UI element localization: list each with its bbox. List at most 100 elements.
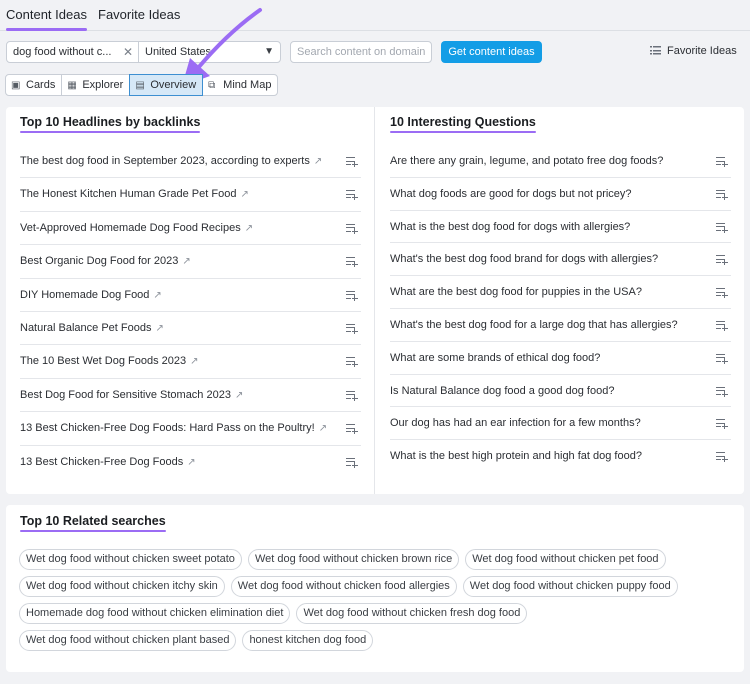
related-chip[interactable]: Wet dog food without chicken plant based xyxy=(19,630,237,651)
external-link-icon[interactable]: ↗ xyxy=(190,345,198,378)
headline-row: The Honest Kitchen Human Grade Pet Food ↗ xyxy=(20,178,361,212)
domain-search-placeholder: Search content on domain xyxy=(297,46,426,58)
question-text: What are some brands of ethical dog food… xyxy=(390,351,601,364)
question-text: What dog foods are good for dogs but not… xyxy=(390,187,632,200)
related-chip[interactable]: Wet dog food without chicken fresh dog f… xyxy=(296,603,528,624)
add-to-favorites-icon[interactable] xyxy=(346,289,359,301)
question-row: Our dog has had an ear infection for a f… xyxy=(390,407,731,441)
add-to-favorites-icon[interactable] xyxy=(716,352,729,364)
headline-text[interactable]: 13 Best Chicken-Free Dog Foods: Hard Pas… xyxy=(20,422,315,434)
add-to-favorites-icon[interactable] xyxy=(346,322,359,334)
question-row: Are there any grain, legume, and potato … xyxy=(390,145,731,178)
headline-row: Best Organic Dog Food for 2023 ↗ xyxy=(20,245,361,279)
favorite-ideas-link[interactable]: Favorite Ideas xyxy=(650,45,737,57)
add-to-favorites-icon[interactable] xyxy=(716,451,729,463)
headline-text[interactable]: Best Dog Food for Sensitive Stomach 2023 xyxy=(20,389,231,401)
headline-text[interactable]: Vet-Approved Homemade Dog Food Recipes xyxy=(20,222,241,234)
add-to-favorites-icon[interactable] xyxy=(716,221,729,233)
add-to-favorites-icon[interactable] xyxy=(716,156,729,167)
get-content-ideas-button[interactable]: Get content ideas xyxy=(441,41,542,63)
add-to-favorites-icon[interactable] xyxy=(716,418,729,430)
headlines-title: Top 10 Headlines by backlinks xyxy=(20,115,201,133)
view-explorer-button[interactable]: ▦ Explorer xyxy=(61,74,131,96)
related-chip[interactable]: Wet dog food without chicken puppy food xyxy=(462,576,678,597)
mind-map-icon: ⧉ xyxy=(208,80,216,91)
external-link-icon[interactable]: ↗ xyxy=(245,212,253,245)
external-link-icon[interactable]: ↗ xyxy=(235,379,243,412)
related-chip[interactable]: honest kitchen dog food xyxy=(242,630,374,651)
view-label: Mind Map xyxy=(223,79,272,91)
view-mind-map-button[interactable]: ⧉ Mind Map xyxy=(202,74,279,96)
add-to-favorites-icon[interactable] xyxy=(346,456,359,468)
headline-row: Best Dog Food for Sensitive Stomach 2023… xyxy=(20,379,361,413)
external-link-icon[interactable]: ↗ xyxy=(240,178,248,211)
view-switcher: ▣ Cards ▦ Explorer ▤ Overview ⧉ Mind Map xyxy=(5,74,279,96)
question-row: What are some brands of ethical dog food… xyxy=(390,342,731,375)
add-to-favorites-icon[interactable] xyxy=(716,254,729,266)
related-chips: Wet dog food without chicken sweet potat… xyxy=(19,549,739,657)
keyword-input[interactable]: dog food without c... ✕ xyxy=(6,41,139,63)
tab-content-ideas[interactable]: Content Ideas xyxy=(6,7,87,31)
headline-row: 13 Best Chicken-Free Dog Foods: Hard Pas… xyxy=(20,412,361,446)
add-to-favorites-icon[interactable] xyxy=(346,389,359,401)
add-to-favorites-icon[interactable] xyxy=(346,156,359,167)
add-to-favorites-icon[interactable] xyxy=(346,423,359,435)
external-link-icon[interactable]: ↗ xyxy=(187,446,195,479)
headline-text[interactable]: Natural Balance Pet Foods xyxy=(20,322,151,334)
view-label: Cards xyxy=(26,79,56,91)
headline-row: The 10 Best Wet Dog Foods 2023 ↗ xyxy=(20,345,361,379)
question-text: What's the best dog food for a large dog… xyxy=(390,318,678,331)
related-chip[interactable]: Wet dog food without chicken itchy skin xyxy=(19,576,225,597)
question-text: Are there any grain, legume, and potato … xyxy=(390,155,664,167)
country-select[interactable]: United States ▼ xyxy=(138,41,281,63)
headline-row: Natural Balance Pet Foods ↗ xyxy=(20,312,361,346)
add-to-favorites-icon[interactable] xyxy=(716,385,729,397)
add-to-favorites-icon[interactable] xyxy=(346,222,359,234)
clear-icon[interactable]: ✕ xyxy=(123,42,133,62)
domain-search-input[interactable]: Search content on domain xyxy=(290,41,432,63)
external-link-icon[interactable]: ↗ xyxy=(314,145,322,178)
external-link-icon[interactable]: ↗ xyxy=(155,312,163,345)
top-tabs: Content Ideas Favorite Ideas xyxy=(0,0,750,31)
related-chip[interactable]: Wet dog food without chicken sweet potat… xyxy=(19,549,242,570)
view-label: Overview xyxy=(150,79,197,91)
headline-text[interactable]: The best dog food in September 2023, acc… xyxy=(20,155,310,167)
question-text: Our dog has had an ear infection for a f… xyxy=(390,417,641,430)
add-to-favorites-icon[interactable] xyxy=(346,189,359,201)
question-text: What is the best high protein and high f… xyxy=(390,450,642,463)
overview-panel: Top 10 Headlines by backlinks The best d… xyxy=(6,107,744,494)
headline-text[interactable]: The 10 Best Wet Dog Foods 2023 xyxy=(20,355,186,367)
add-to-favorites-icon[interactable] xyxy=(346,256,359,268)
view-label: Explorer xyxy=(82,79,124,91)
related-chip[interactable]: Wet dog food without chicken brown rice xyxy=(247,549,460,570)
cards-icon: ▣ xyxy=(11,80,21,91)
headline-text[interactable]: The Honest Kitchen Human Grade Pet Food xyxy=(20,188,236,200)
external-link-icon[interactable]: ↗ xyxy=(319,412,327,445)
headline-text[interactable]: Best Organic Dog Food for 2023 xyxy=(20,255,178,267)
headline-row: 13 Best Chicken-Free Dog Foods ↗ xyxy=(20,446,361,479)
headline-row: Vet-Approved Homemade Dog Food Recipes ↗ xyxy=(20,212,361,246)
related-chip[interactable]: Wet dog food without chicken pet food xyxy=(465,549,666,570)
headline-text[interactable]: DIY Homemade Dog Food xyxy=(20,289,149,301)
add-to-favorites-icon[interactable] xyxy=(716,319,729,331)
overview-icon: ▤ xyxy=(135,80,145,91)
question-row: What are the best dog food for puppies i… xyxy=(390,276,731,309)
add-to-favorites-icon[interactable] xyxy=(716,287,729,299)
related-chip[interactable]: Wet dog food without chicken food allerg… xyxy=(230,576,457,597)
related-chip[interactable]: Homemade dog food without chicken elimin… xyxy=(19,603,291,624)
add-to-favorites-icon[interactable] xyxy=(346,356,359,368)
external-link-icon[interactable]: ↗ xyxy=(182,245,190,278)
tab-favorite-ideas[interactable]: Favorite Ideas xyxy=(98,7,180,22)
view-overview-button[interactable]: ▤ Overview xyxy=(129,74,204,96)
question-text: Is Natural Balance dog food a good dog f… xyxy=(390,384,615,397)
external-link-icon[interactable]: ↗ xyxy=(153,279,161,312)
list-icon xyxy=(650,46,661,55)
questions-title: 10 Interesting Questions xyxy=(390,115,536,133)
table-icon: ▦ xyxy=(67,80,77,91)
headline-text[interactable]: 13 Best Chicken-Free Dog Foods xyxy=(20,456,183,468)
add-to-favorites-icon[interactable] xyxy=(716,188,729,200)
chevron-down-icon: ▼ xyxy=(264,46,274,57)
question-text: What's the best dog food brand for dogs … xyxy=(390,253,659,266)
related-searches-panel: Top 10 Related searches Wet dog food wit… xyxy=(6,505,744,672)
view-cards-button[interactable]: ▣ Cards xyxy=(5,74,63,96)
